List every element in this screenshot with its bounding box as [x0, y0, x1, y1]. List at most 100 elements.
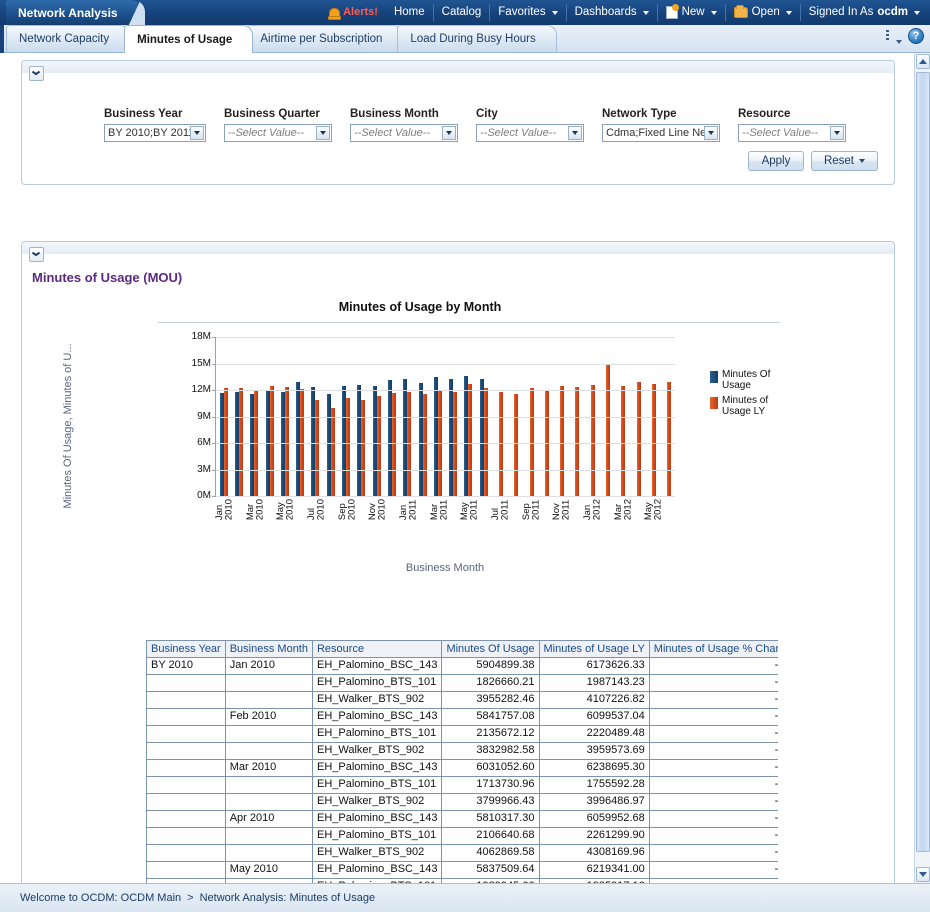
- business-year-value: BY 2010;BY 2011;: [108, 127, 197, 139]
- table-row[interactable]: EH_Palomino_BTS_1011713730.961755592.28-…: [147, 777, 779, 794]
- menu-home[interactable]: Home: [386, 4, 434, 21]
- table-row[interactable]: May 2010EH_Palomino_BSC_1435837509.64621…: [147, 862, 779, 879]
- table-row[interactable]: EH_Palomino_BTS_1012135672.122220489.48-…: [147, 726, 779, 743]
- cell-minutes-of-usage-ly: 6219341.00: [539, 862, 649, 879]
- table-row[interactable]: Apr 2010EH_Palomino_BSC_1435810317.30605…: [147, 811, 779, 828]
- signed-in-user: ocdm: [877, 4, 908, 21]
- dropdown-arrow-icon[interactable]: [568, 126, 582, 140]
- brand-label: Network Analysis: [18, 6, 118, 20]
- tab-load-during-busy-hours[interactable]: Load During Busy Hours: [397, 25, 556, 52]
- chart-bar[interactable]: [606, 364, 610, 497]
- city-select[interactable]: --Select Value--: [476, 124, 584, 142]
- table-row[interactable]: EH_Walker_BTS_9023955282.464107226.82-3.…: [147, 692, 779, 709]
- col-minutes-of-usage-ly[interactable]: Minutes of Usage LY: [539, 641, 649, 658]
- menu-new[interactable]: New: [658, 4, 726, 21]
- chart-bar[interactable]: [667, 382, 671, 496]
- business-year-select[interactable]: BY 2010;BY 2011;: [104, 124, 206, 142]
- report-collapse-button[interactable]: [29, 247, 44, 262]
- chart-bar[interactable]: [361, 400, 365, 496]
- chart-gridline: [216, 443, 675, 444]
- business-month-select[interactable]: --Select Value--: [350, 124, 458, 142]
- tab-airtime-per-subscription[interactable]: Airtime per Subscription: [247, 25, 403, 52]
- chart-bar[interactable]: [285, 387, 289, 496]
- help-icon[interactable]: ?: [908, 28, 924, 44]
- chart-x-tick: [602, 499, 614, 520]
- chart-x-tick: [510, 499, 522, 520]
- dropdown-arrow-icon[interactable]: [190, 126, 204, 140]
- cell-minutes-of-usage: 5837509.64: [442, 862, 539, 879]
- page-options-icon[interactable]: [886, 29, 901, 43]
- resource-select[interactable]: --Select Value--: [738, 124, 846, 142]
- chart-bar[interactable]: [315, 400, 319, 496]
- table-row[interactable]: EH_Palomino_BTS_1012106640.682261299.90-…: [147, 828, 779, 845]
- signed-in-menu[interactable]: Signed In As ocdm: [801, 4, 926, 21]
- chart-bar[interactable]: [560, 386, 564, 496]
- col-resource[interactable]: Resource: [312, 641, 441, 658]
- cell-resource: EH_Walker_BTS_902: [312, 743, 441, 760]
- chart-bar[interactable]: [270, 386, 274, 496]
- table-row[interactable]: EH_Walker_BTS_9023832982.583959573.69-3.…: [147, 743, 779, 760]
- cell-business-month: [225, 845, 312, 862]
- chart-bar[interactable]: [392, 393, 396, 496]
- brand-tab[interactable]: Network Analysis: [6, 0, 144, 25]
- prompt-business-year: Business Year BY 2010;BY 2011;: [104, 108, 206, 142]
- table-row[interactable]: EH_Palomino_BTS_1011826660.211987143.23-…: [147, 675, 779, 692]
- status-welcome: Welcome to OCDM: OCDM Main: [20, 892, 181, 904]
- scroll-thumb[interactable]: [916, 72, 930, 852]
- legend-item: Minutes of Usage LY: [710, 396, 774, 417]
- tab-network-capacity[interactable]: Network Capacity: [6, 25, 130, 52]
- chevron-up-icon: [919, 59, 927, 64]
- col-pct-change-ly[interactable]: Minutes of Usage % Change LY: [649, 641, 778, 658]
- dropdown-arrow-icon[interactable]: [316, 126, 330, 140]
- dropdown-arrow-icon[interactable]: [830, 126, 844, 140]
- col-business-month[interactable]: Business Month: [225, 641, 312, 658]
- table-row[interactable]: Feb 2010EH_Palomino_BSC_1435841757.08609…: [147, 709, 779, 726]
- cell-minutes-of-usage: 1713730.96: [442, 777, 539, 794]
- tab-minutes-of-usage[interactable]: Minutes of Usage: [124, 25, 253, 53]
- chart-bar[interactable]: [423, 394, 427, 496]
- report-table-clip: Business Year Business Month Resource Mi…: [146, 640, 778, 883]
- dropdown-arrow-icon[interactable]: [442, 126, 456, 140]
- chart-bar[interactable]: [331, 408, 335, 496]
- apply-button[interactable]: Apply: [748, 151, 804, 171]
- table-row[interactable]: EH_Walker_BTS_9023799966.433996486.97-4.…: [147, 794, 779, 811]
- prompt-label: Business Month: [350, 108, 458, 120]
- content-scrollbar[interactable]: [914, 53, 930, 883]
- dropdown-arrow-icon[interactable]: [704, 126, 718, 140]
- table-row[interactable]: EH_Walker_BTS_9024062869.584308169.96-5.…: [147, 845, 779, 862]
- chart-bar[interactable]: [346, 398, 350, 496]
- chart-bar[interactable]: [575, 387, 579, 496]
- col-business-year[interactable]: Business Year: [147, 641, 226, 658]
- menu-catalog-label: Catalog: [442, 4, 482, 21]
- table-row[interactable]: Mar 2010EH_Palomino_BSC_1436031052.60623…: [147, 760, 779, 777]
- prompt-label: Business Quarter: [224, 108, 332, 120]
- menu-open[interactable]: Open: [726, 4, 801, 21]
- scroll-down-button[interactable]: [916, 867, 930, 882]
- col-minutes-of-usage[interactable]: Minutes Of Usage: [442, 641, 539, 658]
- chart-bar[interactable]: [621, 386, 625, 496]
- menu-dashboards[interactable]: Dashboards: [567, 4, 658, 21]
- menu-favorites-label: Favorites: [498, 4, 545, 21]
- network-type-select[interactable]: Cdma;Fixed Line Netw: [602, 124, 720, 142]
- chart-x-tick: Sep 2011: [522, 499, 541, 520]
- scroll-up-button[interactable]: [916, 54, 930, 69]
- chart-bar[interactable]: [591, 385, 595, 496]
- chart-bar[interactable]: [377, 396, 381, 496]
- reset-button[interactable]: Reset: [811, 151, 878, 171]
- prompt-collapse-button[interactable]: [29, 66, 44, 81]
- chart-bar[interactable]: [637, 382, 641, 496]
- chart-bar[interactable]: [468, 384, 472, 496]
- cell-pct-change-ly: -3.33%: [649, 760, 778, 777]
- business-quarter-select[interactable]: --Select Value--: [224, 124, 332, 142]
- cell-resource: EH_Palomino_BTS_101: [312, 675, 441, 692]
- alerts-label: Alerts!: [343, 4, 378, 21]
- city-value: --Select Value--: [480, 127, 556, 139]
- chevron-down-icon: [859, 159, 865, 163]
- table-row[interactable]: BY 2010Jan 2010EH_Palomino_BSC_143590489…: [147, 658, 779, 675]
- chart-x-tick-label: Jan 2012: [583, 499, 602, 520]
- alerts-button[interactable]: Alerts!: [320, 4, 386, 21]
- chart-bar[interactable]: [514, 394, 518, 496]
- menu-catalog[interactable]: Catalog: [434, 4, 491, 21]
- menu-favorites[interactable]: Favorites: [490, 4, 566, 21]
- chart-bar[interactable]: [652, 384, 656, 496]
